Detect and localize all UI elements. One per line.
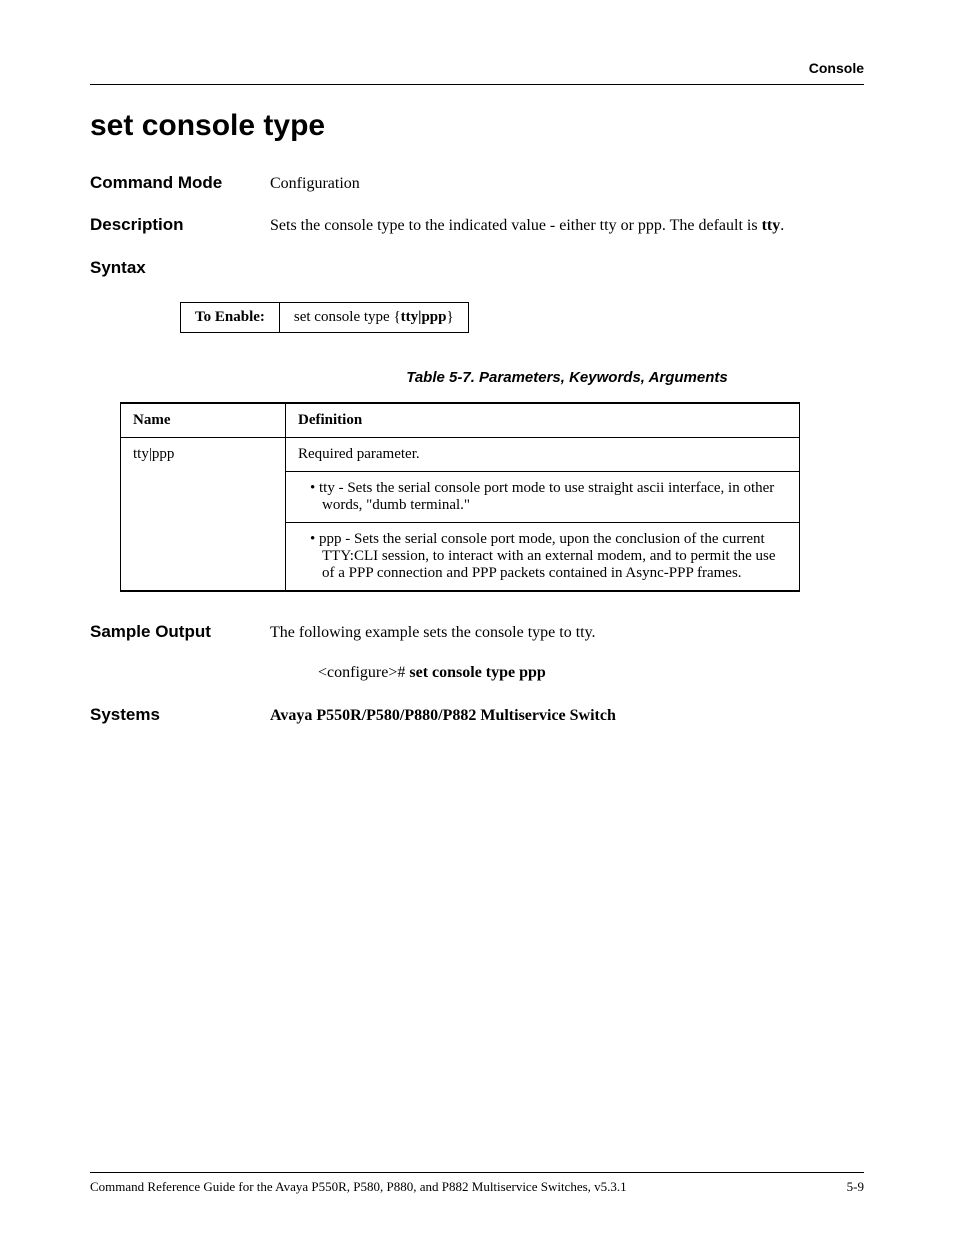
syntax-label: Syntax [90,258,864,278]
footer-right: 5-9 [847,1179,864,1195]
footer-left: Command Reference Guide for the Avaya P5… [90,1179,627,1195]
param-row-def: Required parameter. • tty - Sets the ser… [286,437,800,591]
sample-output-example: <configure># set console type ppp [318,662,864,684]
command-mode-value: Configuration [270,173,864,195]
header-rule [90,84,864,85]
enable-label-cell: To Enable: [181,302,280,332]
header-section: Console [90,60,864,76]
systems-row: Systems Avaya P550R/P580/P880/P882 Multi… [90,705,864,727]
sample-output-row: Sample Output The following example sets… [90,622,864,685]
command-mode-label: Command Mode [90,173,270,195]
sample-output-content: The following example sets the console t… [270,622,864,685]
description-pre: Sets the console type to the indicated v… [270,217,762,234]
param-row-name: tty|ppp [121,437,286,591]
param-head-name: Name [121,403,286,438]
page-title: set console type [90,109,864,143]
description-label: Description [90,215,270,237]
sample-output-intro: The following example sets the console t… [270,622,864,644]
enable-bold: tty|ppp [401,309,447,325]
description-bold: tty [762,217,781,234]
param-bullet-1: • tty - Sets the serial console port mod… [286,472,799,522]
systems-value: Avaya P550R/P580/P880/P882 Multiservice … [270,705,864,727]
example-pre: <configure># [318,664,409,681]
systems-label: Systems [90,705,270,727]
param-bullet-2: • ppp - Sets the serial console port mod… [286,522,799,590]
description-post: . [780,217,784,234]
page-footer: Command Reference Guide for the Avaya P5… [90,1164,864,1195]
example-bold: set console type ppp [409,664,545,681]
enable-table: To Enable: set console type {tty|ppp} [180,302,469,333]
sample-output-label: Sample Output [90,622,270,685]
param-head-def: Definition [286,403,800,438]
command-mode-row: Command Mode Configuration [90,173,864,195]
enable-post: } [446,309,453,325]
description-row: Description Sets the console type to the… [90,215,864,237]
description-text: Sets the console type to the indicated v… [270,215,864,237]
footer-rule [90,1172,864,1173]
param-required: Required parameter. [286,438,799,472]
table-caption: Table 5-7. Parameters, Keywords, Argumen… [270,369,864,386]
enable-value-cell: set console type {tty|ppp} [279,302,468,332]
param-table: Name Definition tty|ppp Required paramet… [120,402,800,592]
enable-pre: set console type { [294,309,401,325]
